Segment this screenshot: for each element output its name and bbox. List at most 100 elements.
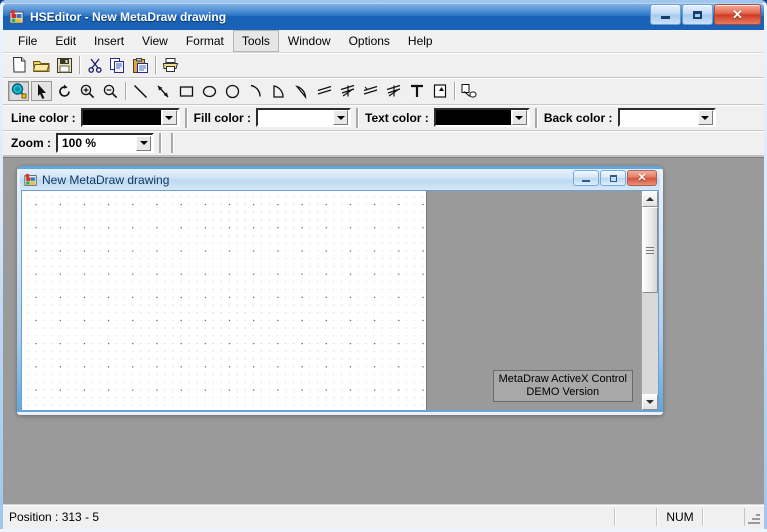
chevron-down-icon (701, 115, 710, 120)
back-color-swatch (619, 110, 697, 125)
paste-button[interactable] (130, 55, 151, 75)
child-close-button[interactable]: ✕ (627, 170, 657, 186)
fill-color-swatch (258, 110, 333, 125)
text-tool-button[interactable] (406, 81, 427, 101)
print-button[interactable] (160, 55, 181, 75)
hotspot-tool-button[interactable] (8, 81, 29, 101)
mdi-child-body: MetaDraw ActiveX Control DEMO Version (21, 190, 659, 411)
mdi-child-window: New MetaDraw drawing ✕ MetaDraw ActiveX … (17, 166, 663, 415)
minimize-button[interactable] (650, 4, 681, 25)
chord-icon (271, 84, 286, 99)
arrow-tool-button[interactable] (153, 81, 174, 101)
scrollbar-track[interactable] (642, 207, 658, 394)
toolbar-separator (79, 56, 80, 74)
select-tool-button[interactable] (31, 81, 52, 101)
child-minimize-button[interactable] (573, 170, 599, 186)
scroll-down-button[interactable] (642, 394, 658, 410)
window-controls: ✕ (649, 4, 761, 25)
line-color-combo[interactable] (80, 108, 180, 127)
colorbar-separator (184, 107, 187, 128)
drawing-canvas[interactable]: MetaDraw ActiveX Control DEMO Version (22, 191, 641, 410)
menu-edit[interactable]: Edit (46, 30, 85, 52)
ellipse-tool-button[interactable] (199, 81, 220, 101)
cut-button[interactable] (84, 55, 105, 75)
toolbar-separator (155, 56, 156, 74)
minimize-icon (582, 179, 590, 182)
standard-toolbar (3, 53, 764, 78)
text-color-combo[interactable] (433, 108, 530, 127)
zoom-out-icon (103, 84, 118, 99)
document-icon (24, 173, 38, 187)
zoom-combo[interactable]: 100 % (56, 133, 154, 153)
hyperlink-tool-button[interactable] (459, 81, 480, 101)
back-color-combo[interactable] (617, 108, 716, 127)
scrollbar-grip-icon (646, 245, 654, 256)
maximize-button[interactable] (682, 4, 713, 25)
window-title: HSEditor - New MetaDraw drawing (30, 9, 227, 24)
curve-icon (363, 84, 379, 98)
drawing-page[interactable] (22, 191, 427, 410)
arc-tool-button[interactable] (245, 81, 266, 101)
fill-color-combo[interactable] (256, 108, 352, 127)
close-button[interactable]: ✕ (714, 4, 761, 25)
polygon-tool-button[interactable] (337, 81, 358, 101)
pie-tool-button[interactable] (291, 81, 312, 101)
menu-window[interactable]: Window (279, 30, 340, 52)
resize-grip-icon[interactable] (745, 509, 761, 525)
fill-color-label: Fill color : (193, 110, 252, 125)
mdi-child-controls: ✕ (572, 170, 657, 186)
polyline-tool-button[interactable] (314, 81, 335, 101)
zoom-in-button[interactable] (77, 81, 98, 101)
back-color-dropdown-arrow[interactable] (697, 110, 713, 125)
circle-tool-button[interactable] (222, 81, 243, 101)
closed-curve-tool-button[interactable] (383, 81, 404, 101)
draw-toolbar (3, 78, 764, 105)
rotate-tool-button[interactable] (54, 81, 75, 101)
line-color-dropdown-arrow[interactable] (161, 110, 177, 125)
menu-tools[interactable]: Tools (232, 30, 279, 52)
fill-color-dropdown-arrow[interactable] (333, 110, 349, 125)
curve-tool-button[interactable] (360, 81, 381, 101)
scrollbar-thumb[interactable] (642, 207, 658, 293)
scroll-up-button[interactable] (642, 191, 658, 207)
title-bar[interactable]: HSEditor - New MetaDraw drawing ✕ (3, 3, 764, 30)
menu-format[interactable]: Format (177, 30, 233, 52)
menu-insert[interactable]: Insert (85, 30, 133, 52)
app-icon (9, 9, 25, 25)
menu-file[interactable]: File (9, 30, 46, 52)
open-file-button[interactable] (31, 55, 52, 75)
rectangle-tool-button[interactable] (176, 81, 197, 101)
copy-icon (110, 57, 125, 73)
zoom-dropdown-arrow[interactable] (136, 135, 151, 151)
image-tool-button[interactable] (429, 81, 450, 101)
polyline-icon (317, 84, 333, 98)
save-button[interactable] (54, 55, 75, 75)
text-color-label: Text color : (365, 110, 429, 125)
ellipse-icon (202, 85, 217, 98)
chevron-down-icon (336, 115, 345, 120)
save-disk-icon (57, 57, 72, 73)
zoom-hotspot-icon (11, 83, 27, 99)
text-color-dropdown-arrow[interactable] (511, 110, 527, 125)
maximize-icon (693, 10, 702, 19)
zoombar-separator (171, 133, 173, 153)
menu-help[interactable]: Help (399, 30, 442, 52)
mdi-child-title-bar[interactable]: New MetaDraw drawing ✕ (20, 169, 660, 190)
zoombar-separator (159, 133, 161, 153)
zoom-out-button[interactable] (100, 81, 121, 101)
copy-button[interactable] (107, 55, 128, 75)
child-restore-button[interactable] (600, 170, 626, 186)
menu-bar: File Edit Insert View Format Tools Windo… (3, 30, 764, 53)
chord-tool-button[interactable] (268, 81, 289, 101)
menu-view[interactable]: View (133, 30, 177, 52)
pie-icon (294, 84, 309, 99)
hotspot-link-icon (461, 83, 478, 99)
back-color-label: Back color : (543, 110, 613, 125)
closed-curve-icon (386, 84, 402, 98)
new-file-button[interactable] (8, 55, 29, 75)
chevron-down-icon (646, 400, 654, 404)
canvas-vertical-scrollbar[interactable] (641, 191, 658, 410)
line-tool-button[interactable] (130, 81, 151, 101)
open-folder-icon (33, 58, 50, 73)
menu-options[interactable]: Options (340, 30, 399, 52)
